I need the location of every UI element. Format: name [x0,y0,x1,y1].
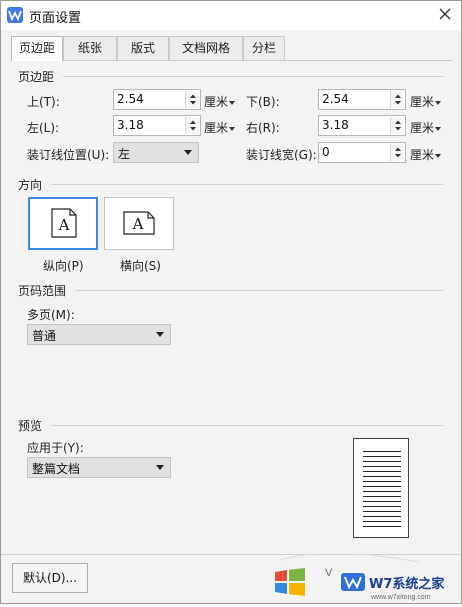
right-margin-label: 右(R): [246,121,280,135]
chevron-down-icon [229,126,236,131]
top-margin-label: 上(T): [27,95,60,109]
left-margin-label: 左(L): [27,121,60,135]
svg-text:V: V [325,567,333,579]
gutter-width-value: 0 [322,145,330,159]
spinner-arrows-icon[interactable] [390,117,404,134]
left-margin-spinner[interactable]: 3.18 [113,115,201,136]
gutter-width-unit[interactable]: 厘米 [410,146,442,163]
gutter-position-label: 装订线位置(U): [27,148,110,162]
spinner-arrows-icon[interactable] [390,144,404,161]
apply-to-value: 整篇文档 [32,462,81,476]
tab-document-grid[interactable]: 文档网格 [169,36,243,60]
section-divider [51,425,443,426]
chevron-down-icon [435,100,442,105]
chevron-down-icon [229,100,236,105]
wps-writer-icon [7,7,23,23]
tab-divider [11,60,452,61]
landscape-page-icon: A [123,211,155,235]
bottom-margin-value: 2.54 [322,92,349,106]
page-setup-dialog: 页面设置 页边距 纸张 版式 文档网格 分栏 页边距 上(T): 2.54 厘米… [0,0,462,604]
chevron-down-icon [156,465,164,470]
chevron-down-icon [184,150,192,155]
left-margin-value: 3.18 [117,118,144,132]
section-divider [63,76,443,77]
tab-columns[interactable]: 分栏 [243,36,285,60]
title-bar: 页面设置 [1,1,461,30]
multiple-pages-label: 多页(M): [27,308,75,322]
portrait-glyph: A [58,216,70,234]
multiple-pages-select[interactable]: 普通 [27,324,171,345]
spinner-arrows-icon[interactable] [185,91,199,108]
portrait-page-icon: A [51,208,77,238]
top-margin-spinner[interactable]: 2.54 [113,89,201,110]
margins-section-title: 页边距 [18,70,55,84]
close-icon[interactable] [435,4,455,24]
w7-badge-icon [341,573,365,591]
gutter-position-value: 左 [118,147,131,161]
spinner-arrows-icon[interactable] [390,91,404,108]
default-button[interactable]: 默认(D)... [12,563,88,593]
right-margin-value: 3.18 [322,118,349,132]
bottom-margin-spinner[interactable]: 2.54 [318,89,406,110]
section-divider [51,184,443,185]
gutter-width-label: 装订线宽(G): [246,148,317,162]
gutter-width-spinner[interactable]: 0 [318,142,406,163]
multiple-pages-value: 普通 [32,329,57,343]
right-margin-unit[interactable]: 厘米 [410,119,442,136]
page-range-section-title: 页码范围 [18,284,67,298]
chevron-down-icon [156,332,164,337]
tab-layout[interactable]: 版式 [117,36,169,60]
gutter-position-select[interactable]: 左 [113,142,199,163]
top-margin-value: 2.54 [117,92,144,106]
watermark-url: www.w7xitong.com [370,594,431,601]
chevron-down-icon [435,126,442,131]
watermark-logo: V W7系统之家 www.w7xitong.com [269,552,461,604]
page-preview [353,438,409,538]
portrait-label: 纵向(P) [43,259,84,273]
apply-to-label: 应用于(Y): [27,441,84,455]
tab-paper[interactable]: 纸张 [63,36,117,60]
spinner-arrows-icon[interactable] [185,117,199,134]
apply-to-select[interactable]: 整篇文档 [27,457,171,478]
landscape-label: 横向(S) [120,259,161,273]
orientation-section-title: 方向 [18,178,43,192]
landscape-glyph: A [132,215,144,233]
watermark-graphic: V W7系统之家 www.w7xitong.com [275,552,445,601]
section-divider [75,290,443,291]
left-margin-unit[interactable]: 厘米 [204,119,236,136]
portrait-button[interactable]: A [28,197,98,250]
top-margin-unit[interactable]: 厘米 [204,93,236,110]
watermark-brand: W7系统之家 [369,576,445,592]
right-margin-spinner[interactable]: 3.18 [318,115,406,136]
chevron-down-icon [435,153,442,158]
preview-section-title: 预览 [18,419,43,433]
landscape-button[interactable]: A [104,197,174,250]
tab-margins[interactable]: 页边距 [11,36,63,61]
bottom-margin-label: 下(B): [246,95,280,109]
bottom-margin-unit[interactable]: 厘米 [410,93,442,110]
windows-logo-icon [275,568,305,596]
dialog-title: 页面设置 [29,11,82,26]
